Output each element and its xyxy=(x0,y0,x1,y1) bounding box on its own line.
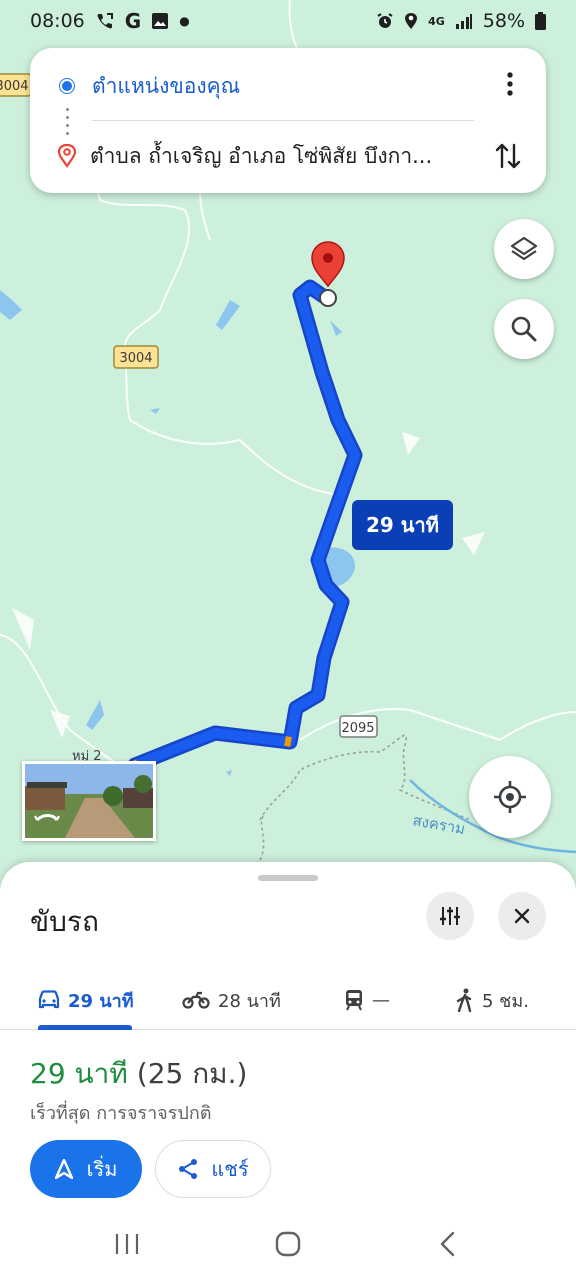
more-vert-icon xyxy=(507,72,513,96)
status-time: 08:06 xyxy=(30,10,85,32)
sheet-title: ขับรถ xyxy=(30,905,99,938)
train-icon xyxy=(346,990,362,1011)
tab-motorcycle-label: 28 นาที xyxy=(218,990,281,1012)
destination-row[interactable]: ตำบล ถ้ำเจริญ อำเภอ โซ่พิสัย บึงกา... xyxy=(30,136,546,176)
swap-route-button[interactable] xyxy=(490,136,526,176)
my-location-button[interactable] xyxy=(469,756,551,838)
road-shield: 3004 xyxy=(0,73,32,97)
svg-text:2095: 2095 xyxy=(341,721,374,736)
tab-driving[interactable]: 29 นาที xyxy=(38,970,134,1030)
battery-percent: 58% xyxy=(482,10,525,32)
swap-vertical-icon xyxy=(495,143,521,169)
call-forward-icon xyxy=(97,13,113,29)
share-button[interactable]: แชร์ xyxy=(155,1140,271,1198)
notification-dot-icon: ● xyxy=(179,14,190,28)
tab-walking-label: 5 ชม. xyxy=(482,990,529,1012)
battery-icon xyxy=(535,12,546,30)
layers-button[interactable] xyxy=(494,219,554,279)
tab-motorcycle[interactable]: 28 นาที xyxy=(182,970,281,1030)
origin-dot-icon xyxy=(60,79,74,93)
my-location-icon xyxy=(494,781,526,813)
system-navigation-bar xyxy=(0,1212,576,1280)
route-duration: 29 นาที xyxy=(30,1057,128,1090)
active-tab-indicator xyxy=(38,1025,132,1030)
origin-row[interactable]: ตำแหน่งของคุณ xyxy=(30,66,546,106)
travel-mode-tabs: 29 นาที 28 นาที — 5 ชม. xyxy=(0,970,576,1030)
road-shield: 2095 xyxy=(339,715,378,738)
back-icon[interactable] xyxy=(438,1230,458,1258)
car-icon xyxy=(38,990,60,1009)
gallery-icon xyxy=(152,13,169,29)
start-button-label: เริ่ม xyxy=(86,1157,118,1181)
search-icon xyxy=(511,316,537,342)
close-button[interactable] xyxy=(498,892,546,940)
share-button-label: แชร์ xyxy=(211,1157,249,1181)
google-icon: G xyxy=(124,9,142,33)
route-distance: (25 กม.) xyxy=(136,1057,248,1090)
search-button[interactable] xyxy=(494,299,554,359)
signal-icon xyxy=(455,14,472,29)
destination-text[interactable]: ตำบล ถ้ำเจริญ อำเภอ โซ่พิสัย บึงกา... xyxy=(90,140,470,173)
destination-marker-icon xyxy=(58,144,76,168)
start-button[interactable]: เริ่ม xyxy=(30,1140,142,1198)
tab-transit[interactable]: — xyxy=(344,970,390,1030)
tab-walking[interactable]: 5 ชม. xyxy=(456,970,529,1030)
status-bar: 08:06 G ● 4G 58% xyxy=(0,0,576,42)
route-summary: 29 นาที (25 กม.) xyxy=(30,1052,247,1096)
navigation-arrow-icon xyxy=(54,1159,73,1179)
svg-text:3004: 3004 xyxy=(0,79,29,94)
route-divider xyxy=(92,120,474,121)
walk-icon xyxy=(456,988,472,1012)
alarm-icon xyxy=(377,13,393,28)
share-icon xyxy=(179,1159,198,1179)
route-separator-dots xyxy=(66,108,69,135)
close-icon xyxy=(514,908,530,924)
location-icon xyxy=(405,13,418,29)
street-view-thumbnail[interactable] xyxy=(22,761,156,841)
street-view-image xyxy=(25,764,153,838)
network-type: 4G xyxy=(428,14,445,28)
tab-transit-label: — xyxy=(372,989,390,1011)
sheet-drag-handle[interactable] xyxy=(258,875,318,881)
svg-text:3004: 3004 xyxy=(119,351,152,366)
route-options-button[interactable] xyxy=(426,892,474,940)
motorcycle-icon xyxy=(182,991,210,1009)
layers-icon xyxy=(510,236,538,261)
directions-card: ตำแหน่งของคุณ ตำบล ถ้ำเจริญ อำเภอ โซ่พิส… xyxy=(30,48,546,193)
more-options-button[interactable] xyxy=(494,66,526,102)
route-description: เร็วที่สุด การจราจรปกติ xyxy=(30,1103,212,1124)
recent-apps-icon[interactable] xyxy=(114,1232,140,1256)
tune-icon xyxy=(440,907,460,925)
tab-driving-label: 29 นาที xyxy=(68,990,134,1012)
home-icon[interactable] xyxy=(274,1230,302,1258)
road-shield: 3004 xyxy=(113,345,159,369)
origin-text[interactable]: ตำแหน่งของคุณ xyxy=(92,70,240,103)
route-eta-label[interactable]: 29 นาที xyxy=(352,500,453,550)
